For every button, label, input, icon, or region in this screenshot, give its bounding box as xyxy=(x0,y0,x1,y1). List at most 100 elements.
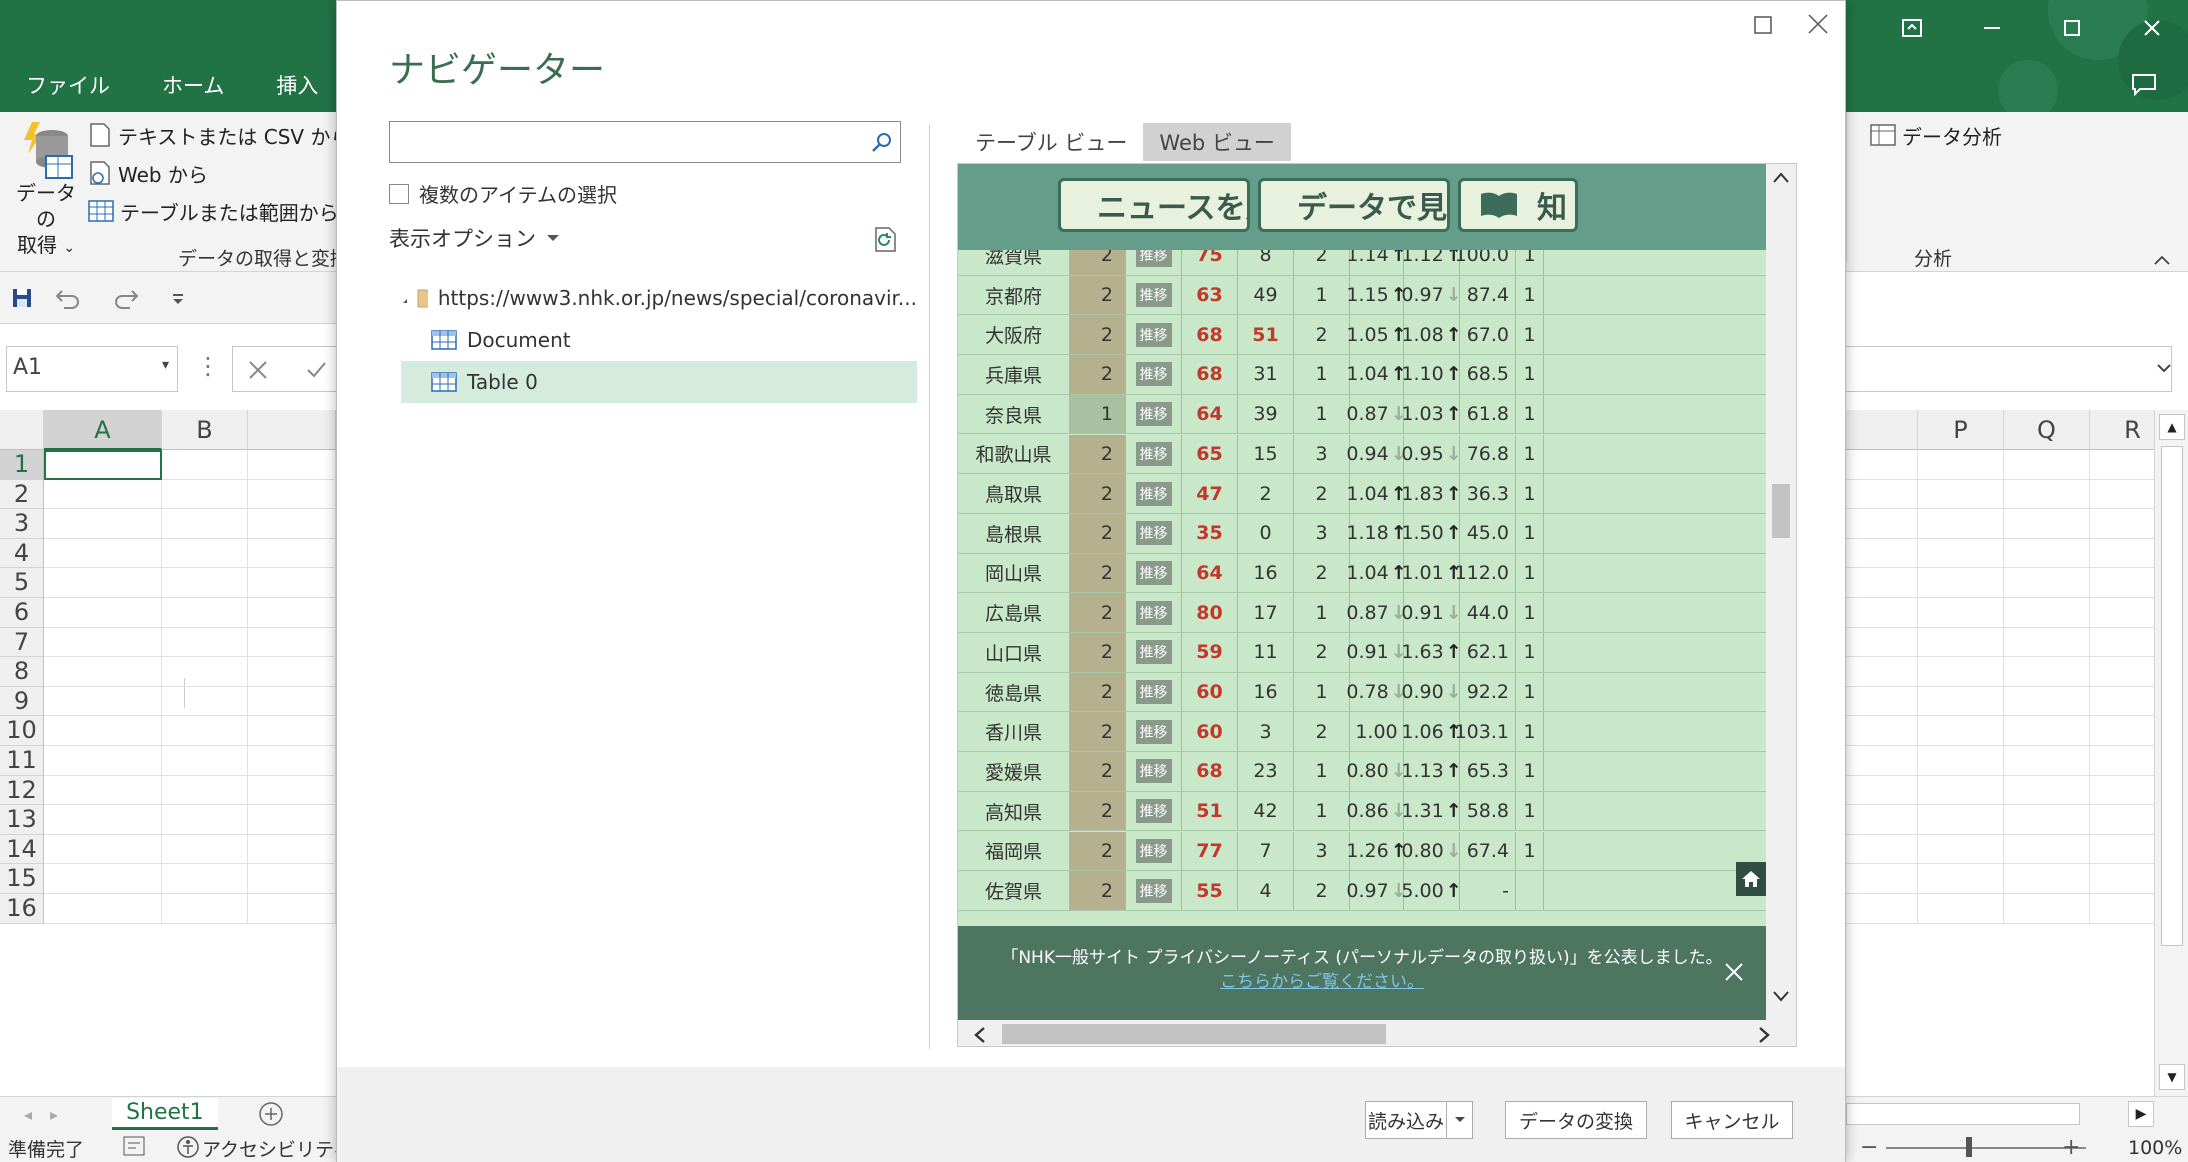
cell[interactable] xyxy=(248,450,336,480)
zoom-in-icon[interactable]: + xyxy=(2062,1135,2080,1160)
select-all-corner[interactable] xyxy=(0,410,44,450)
cell[interactable] xyxy=(162,627,248,658)
cell[interactable] xyxy=(162,746,248,776)
trend-button[interactable]: 推移 xyxy=(1135,322,1172,347)
tree-item-document[interactable]: Document xyxy=(401,319,917,361)
cell[interactable] xyxy=(248,894,336,924)
column-header[interactable]: Q xyxy=(2004,410,2090,450)
trend-button[interactable]: 推移 xyxy=(1135,441,1172,466)
cell[interactable] xyxy=(162,834,248,865)
cell[interactable] xyxy=(1846,686,1918,717)
cell[interactable] xyxy=(1918,716,2004,746)
scroll-left-icon[interactable] xyxy=(972,1026,986,1044)
cell[interactable] xyxy=(1918,568,2004,598)
cell[interactable] xyxy=(2004,864,2090,894)
load-dropdown-button[interactable] xyxy=(1447,1101,1473,1139)
cell[interactable] xyxy=(2004,538,2090,569)
cell[interactable] xyxy=(44,598,162,628)
cell[interactable] xyxy=(1918,479,2004,510)
cell[interactable] xyxy=(44,509,162,539)
cell[interactable] xyxy=(162,450,248,480)
trend-button[interactable]: 推移 xyxy=(1135,680,1172,705)
row-header[interactable]: 10 xyxy=(0,716,44,746)
from-text-csv-button[interactable]: テキストまたは CSV から xyxy=(88,116,350,154)
column-header[interactable]: B xyxy=(162,410,248,450)
dialog-close-icon[interactable] xyxy=(1807,13,1829,35)
cell[interactable] xyxy=(1918,538,2004,569)
cell[interactable] xyxy=(44,627,162,658)
cell[interactable] xyxy=(1918,775,2004,806)
row-header[interactable]: 4 xyxy=(0,538,44,569)
cell[interactable] xyxy=(248,716,336,746)
cell[interactable] xyxy=(162,509,248,539)
row-header[interactable]: 7 xyxy=(0,627,44,658)
sheet-next-icon[interactable]: ▸ xyxy=(50,1105,58,1124)
trend-button[interactable]: 推移 xyxy=(1135,838,1172,863)
row-header[interactable]: 6 xyxy=(0,598,44,628)
cell[interactable] xyxy=(1846,509,1918,539)
cell[interactable] xyxy=(2004,568,2090,598)
comments-icon[interactable] xyxy=(2130,72,2158,96)
trend-button[interactable]: 推移 xyxy=(1135,560,1172,585)
tab-table-view[interactable]: テーブル ビュー xyxy=(959,123,1143,161)
tab-home[interactable]: ホーム xyxy=(136,62,250,102)
trend-button[interactable]: 推移 xyxy=(1135,640,1172,665)
refresh-icon[interactable] xyxy=(871,225,901,255)
tree-item-table0[interactable]: Table 0 xyxy=(401,361,917,403)
cell[interactable] xyxy=(248,746,336,776)
cell[interactable] xyxy=(2004,805,2090,835)
macro-record-icon[interactable] xyxy=(122,1135,146,1157)
cell[interactable] xyxy=(1918,450,2004,480)
row-header[interactable]: 2 xyxy=(0,479,44,510)
search-icon[interactable] xyxy=(870,131,894,155)
cell[interactable] xyxy=(2004,450,2090,480)
cell[interactable] xyxy=(2004,657,2090,687)
cell[interactable] xyxy=(162,894,248,924)
tab-web-view[interactable]: Web ビュー xyxy=(1143,123,1291,161)
cell[interactable] xyxy=(2004,627,2090,658)
cell[interactable] xyxy=(248,834,336,865)
cell[interactable] xyxy=(162,479,248,510)
cell[interactable] xyxy=(44,775,162,806)
cell[interactable] xyxy=(248,686,336,717)
cell[interactable] xyxy=(1918,627,2004,658)
cell[interactable] xyxy=(2004,479,2090,510)
multi-select-option[interactable]: 複数のアイテムの選択 xyxy=(389,179,617,208)
scroll-down-icon[interactable]: ▼ xyxy=(2159,1064,2185,1090)
minimize-icon[interactable] xyxy=(1980,16,2004,40)
cell[interactable] xyxy=(2004,775,2090,806)
cell[interactable] xyxy=(1846,834,1918,865)
row-header[interactable]: 14 xyxy=(0,834,44,865)
active-cell-a1[interactable] xyxy=(44,450,162,480)
display-options-dropdown[interactable]: 表示オプション xyxy=(389,223,560,253)
name-box-dropdown-icon[interactable]: ▾ xyxy=(162,357,169,373)
collapse-arrow-icon[interactable] xyxy=(401,291,407,305)
cell[interactable] xyxy=(248,568,336,598)
add-sheet-icon[interactable] xyxy=(258,1101,284,1127)
cell[interactable] xyxy=(248,805,336,835)
cell[interactable] xyxy=(1846,894,1918,924)
knowledge-button[interactable]: 知 xyxy=(1458,178,1578,232)
cell[interactable] xyxy=(248,775,336,806)
cell[interactable] xyxy=(44,538,162,569)
cell[interactable] xyxy=(44,834,162,865)
cell[interactable] xyxy=(44,716,162,746)
scroll-up-icon[interactable] xyxy=(1772,170,1790,184)
home-button[interactable] xyxy=(1736,862,1766,896)
cell[interactable] xyxy=(162,775,248,806)
cell[interactable] xyxy=(1846,746,1918,776)
cell[interactable] xyxy=(1918,686,2004,717)
cell[interactable] xyxy=(2004,746,2090,776)
row-header[interactable]: 5 xyxy=(0,568,44,598)
cell[interactable] xyxy=(1846,598,1918,628)
row-header[interactable]: 1 xyxy=(0,450,44,480)
cell[interactable] xyxy=(1846,627,1918,658)
cancel-entry-icon[interactable] xyxy=(247,359,269,381)
row-header[interactable]: 3 xyxy=(0,509,44,539)
cell[interactable] xyxy=(248,627,336,658)
row-header[interactable]: 15 xyxy=(0,864,44,894)
data-view-button[interactable]: データで見る xyxy=(1258,178,1450,232)
trend-button[interactable]: 推移 xyxy=(1135,283,1172,308)
cell[interactable] xyxy=(248,479,336,510)
confirm-entry-icon[interactable] xyxy=(305,359,327,381)
